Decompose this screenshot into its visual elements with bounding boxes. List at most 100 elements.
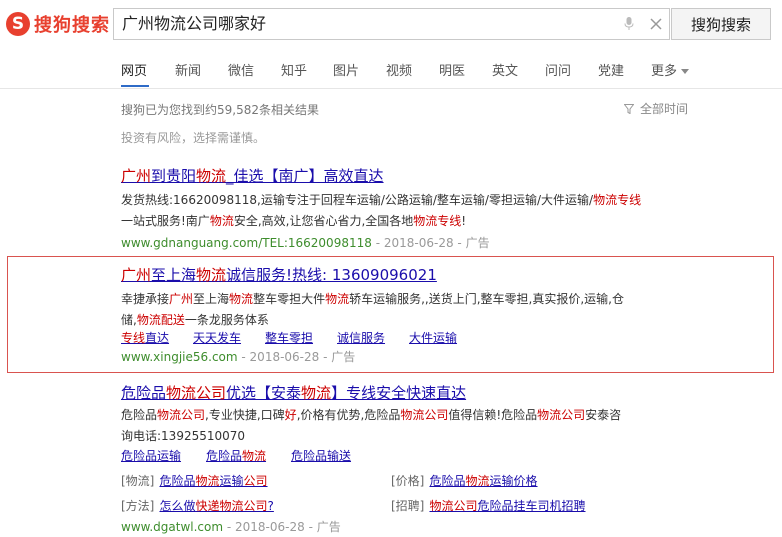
desc-part: 广州 bbox=[169, 292, 194, 306]
tab-web[interactable]: 网页 bbox=[121, 60, 147, 79]
result-date: 2018-06-28 bbox=[249, 350, 320, 364]
link-part: 危险品 bbox=[206, 449, 243, 463]
link-part: 专线 bbox=[121, 331, 146, 345]
tab-english[interactable]: 英文 bbox=[492, 60, 518, 79]
desc-part: ,专业快捷,口碑 bbox=[205, 408, 285, 422]
tab-mingyi[interactable]: 明医 bbox=[439, 60, 465, 79]
link-part: 物流 bbox=[195, 474, 220, 488]
tab-wenwen[interactable]: 问问 bbox=[545, 60, 571, 79]
desc-part: 物流专线 bbox=[413, 214, 462, 228]
desc-part: 物流公司 bbox=[537, 408, 586, 422]
title-part: 广州 bbox=[121, 266, 152, 284]
desc-part: 一站式服务!南广 bbox=[121, 214, 210, 228]
chevron-down-icon bbox=[681, 69, 690, 74]
ad-result-1: 广州到贵阳物流_佳选【南广】高效直达 发货热线:16620098118,运输专注… bbox=[121, 165, 641, 251]
tag-label: [方法] bbox=[121, 499, 155, 513]
desc-part: 储, bbox=[121, 313, 137, 327]
microphone-icon[interactable] bbox=[624, 17, 634, 31]
sitelink-dedicated-line[interactable]: 专线直达 bbox=[121, 329, 169, 346]
sitelink-full-truck[interactable]: 整车零担 bbox=[265, 329, 313, 346]
desc-part: 幸捷承接 bbox=[121, 292, 170, 306]
sitelink-integrity[interactable]: 诚信服务 bbox=[337, 329, 385, 346]
result-title[interactable]: 广州到贵阳物流_佳选【南广】高效直达 bbox=[121, 165, 641, 186]
title-part: 到贵阳 bbox=[151, 167, 197, 185]
tab-video[interactable]: 视频 bbox=[386, 60, 412, 79]
link-part: 公司 bbox=[243, 474, 268, 488]
desc-part: 物流 bbox=[136, 313, 161, 327]
desc-part: 发货热线:16620098118,运输专注于回程车运输/公路运输/整车运输/零担… bbox=[121, 193, 594, 207]
title-part: 广州 bbox=[121, 167, 152, 185]
desc-part: 物流 bbox=[229, 292, 254, 306]
desc-part: 安泰咨 bbox=[585, 408, 622, 422]
result-title[interactable]: 危险品物流公司优选【安泰物流】专线安全快速直达 bbox=[121, 382, 621, 403]
link-part: 物流公司 bbox=[429, 499, 478, 513]
link-part: ? bbox=[267, 499, 274, 513]
title-part: 物流 bbox=[196, 266, 227, 284]
desc-part: 值得信赖!危险品 bbox=[448, 408, 538, 422]
sitelink-hazmat-logistics[interactable]: 危险品物流 bbox=[206, 447, 266, 464]
sitelink-large-cargo[interactable]: 大件运输 bbox=[409, 329, 457, 346]
link-part: 怎么做 bbox=[159, 499, 196, 513]
tag-row: [招聘] 物流公司危险品挂车司机招聘 bbox=[391, 495, 586, 514]
sogou-logo-text: 搜狗搜索 bbox=[34, 15, 110, 36]
search-input[interactable]: 广州物流公司哪家好 bbox=[122, 9, 266, 39]
description-line: 危险品物流公司,专业快捷,口碑好,价格有优势,危险品物流公司值得信赖!危险品物流… bbox=[121, 405, 621, 426]
title-part: 诚信服务!热线: 13609096021 bbox=[226, 266, 437, 284]
result-date: 2018-06-28 bbox=[383, 236, 454, 250]
url-text: www.dgatwl.com bbox=[121, 520, 224, 534]
title-part: 优选【安泰 bbox=[226, 384, 302, 402]
tag-link-logistics[interactable]: 危险品物流运输公司 bbox=[159, 474, 267, 488]
tab-more[interactable]: 更多 bbox=[651, 60, 690, 79]
result-url[interactable]: www.xingjie56.com - 2018-06-28 - 广告 bbox=[121, 348, 355, 365]
sitelink-hazmat-delivery[interactable]: 危险品输送 bbox=[291, 447, 351, 464]
desc-part: 物流 bbox=[209, 214, 234, 228]
time-filter[interactable]: 全部时间 bbox=[624, 100, 688, 117]
result-date: 2018-06-28 bbox=[235, 520, 305, 534]
tab-wechat[interactable]: 微信 bbox=[228, 60, 254, 79]
filter-icon bbox=[624, 103, 634, 114]
tag-row: [方法] 怎么做快递物流公司? bbox=[121, 495, 274, 514]
result-description: 发货热线:16620098118,运输专注于回程车运输/公路运输/整车运输/零担… bbox=[121, 190, 641, 232]
result-url[interactable]: www.dgatwl.com - 2018-06-28 - 广告 bbox=[121, 518, 341, 535]
sogou-logo[interactable]: S 搜狗搜索 bbox=[6, 9, 110, 39]
search-box[interactable]: 广州物流公司哪家好 bbox=[113, 8, 670, 40]
link-part: 物流 bbox=[465, 474, 490, 488]
tag-link-price[interactable]: 危险品物流运输价格 bbox=[429, 474, 537, 488]
result-url[interactable]: www.gdnanguang.com/TEL:16620098118 - 201… bbox=[121, 234, 641, 251]
tab-news[interactable]: 新闻 bbox=[175, 60, 201, 79]
title-part: _佳选【南广】高效直达 bbox=[226, 167, 384, 185]
desc-part: 危险品 bbox=[121, 408, 158, 422]
link-part: 危险品 bbox=[429, 474, 466, 488]
active-tab-indicator bbox=[121, 85, 149, 87]
desc-part: 好 bbox=[284, 408, 297, 422]
title-part: 物流公司 bbox=[166, 384, 227, 402]
sitelink-daily-departure[interactable]: 天天发车 bbox=[193, 329, 241, 346]
sitelink-hazmat-transport[interactable]: 危险品运输 bbox=[121, 447, 181, 464]
desc-part: ,价格有优势,危险品 bbox=[296, 408, 401, 422]
tab-zhihu[interactable]: 知乎 bbox=[281, 60, 307, 79]
title-part: 】专线安全快速直达 bbox=[331, 384, 467, 402]
tag-label: [招聘] bbox=[391, 499, 425, 513]
tag-link-method[interactable]: 怎么做快递物流公司? bbox=[159, 499, 273, 513]
clear-icon[interactable] bbox=[648, 16, 664, 32]
time-filter-label: 全部时间 bbox=[640, 102, 689, 116]
title-part: 危险品 bbox=[121, 384, 167, 402]
tag-link-recruit[interactable]: 物流公司危险品挂车司机招聘 bbox=[429, 499, 585, 513]
desc-part: 安全,高效,让您省心省力,全国各地 bbox=[233, 214, 414, 228]
link-part: 运输价格 bbox=[489, 474, 538, 488]
risk-notice: 投资有风险，选择需谨慎。 bbox=[121, 131, 266, 145]
desc-part: 配送 bbox=[160, 313, 185, 327]
tab-dangjian[interactable]: 党建 bbox=[598, 60, 624, 79]
tab-images[interactable]: 图片 bbox=[333, 60, 359, 79]
ad-result-3: 危险品物流公司优选【安泰物流】专线安全快速直达 危险品物流公司,专业快捷,口碑好… bbox=[121, 382, 621, 447]
link-part: 危险品挂车司机招聘 bbox=[477, 499, 586, 513]
nav-divider bbox=[0, 88, 782, 89]
result-title[interactable]: 广州至上海物流诚信服务!热线: 13609096021 bbox=[121, 264, 624, 285]
result-description: 幸捷承接广州至上海物流整车零担大件物流轿车运输服务,,送货上门,整车零担,真实报… bbox=[121, 289, 624, 331]
search-button[interactable]: 搜狗搜索 bbox=[671, 8, 771, 40]
title-part: 至上海 bbox=[151, 266, 197, 284]
title-part: 物流 bbox=[196, 167, 227, 185]
desc-part: ! bbox=[461, 214, 467, 228]
description-line: 幸捷承接广州至上海物流整车零担大件物流轿车运输服务,,送货上门,整车零担,真实报… bbox=[121, 289, 624, 310]
description-line: 一站式服务!南广物流安全,高效,让您省心省力,全国各地物流专线! bbox=[121, 211, 641, 232]
